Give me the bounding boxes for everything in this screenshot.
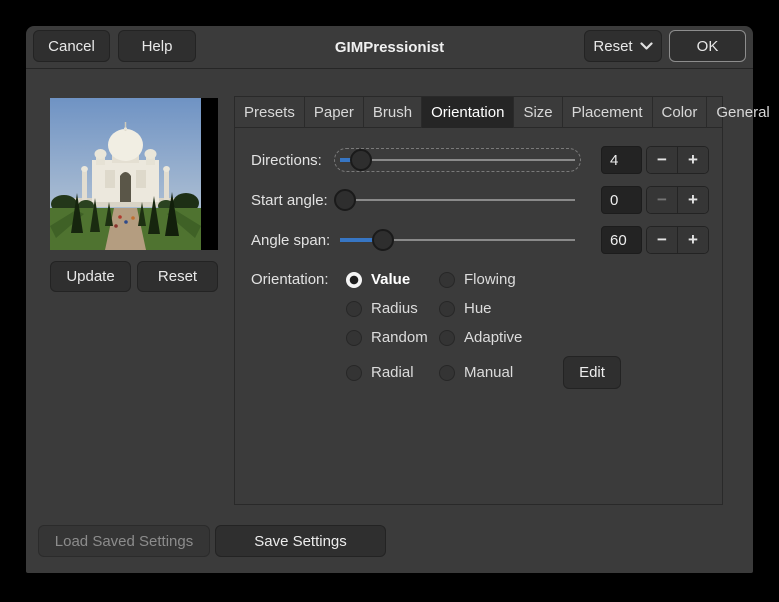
radio-label: Radial xyxy=(371,364,414,381)
radio-label: Value xyxy=(371,271,411,288)
radio-value[interactable]: Value xyxy=(346,271,439,288)
start-angle-label: Start angle: xyxy=(251,191,328,209)
cancel-button[interactable]: Cancel xyxy=(33,30,110,62)
tab-size[interactable]: Size xyxy=(514,97,563,128)
reset-dropdown-button[interactable]: Reset xyxy=(584,30,662,62)
radio-label: Hue xyxy=(464,300,492,317)
radio-button-icon[interactable] xyxy=(439,364,455,381)
start-angle-spin-buttons: − + xyxy=(646,186,709,214)
minus-icon[interactable]: − xyxy=(647,227,678,253)
ok-button[interactable]: OK xyxy=(669,30,746,62)
radio-label: Flowing xyxy=(464,271,516,288)
tab-orientation[interactable]: Orientation xyxy=(422,97,515,128)
radio-button-icon[interactable] xyxy=(346,364,362,381)
angle-span-spin-buttons: − + xyxy=(646,226,709,254)
radio-button-icon[interactable] xyxy=(346,271,362,288)
tab-placement[interactable]: Placement xyxy=(563,97,653,128)
start-angle-value-entry[interactable]: 0 xyxy=(601,186,642,214)
radio-radial[interactable]: Radial xyxy=(346,364,439,381)
start-angle-slider[interactable] xyxy=(334,188,581,212)
edit-button[interactable]: Edit xyxy=(563,356,621,389)
radio-manual[interactable]: Manual xyxy=(439,364,557,381)
slider-thumb[interactable] xyxy=(334,189,356,211)
reset-dropdown-label: Reset xyxy=(593,37,633,55)
plus-icon[interactable]: + xyxy=(678,187,708,213)
slider-track[interactable] xyxy=(340,199,575,201)
gimpressionist-dialog: GIMPressionist Cancel Help Reset OK Upda… xyxy=(26,26,779,573)
radio-button-icon[interactable] xyxy=(439,329,455,346)
slider-track[interactable] xyxy=(340,159,575,161)
save-settings-button[interactable]: Save Settings xyxy=(215,525,386,557)
tab-brush[interactable]: Brush xyxy=(364,97,423,128)
directions-row: Directions: 4 − + xyxy=(235,145,722,175)
radio-flowing[interactable]: Flowing xyxy=(439,271,557,288)
help-button[interactable]: Help xyxy=(118,30,196,62)
plus-icon[interactable]: + xyxy=(678,147,708,173)
radio-button-icon[interactable] xyxy=(346,300,362,317)
radio-label: Manual xyxy=(464,364,514,381)
radio-radius[interactable]: Radius xyxy=(346,300,439,317)
minus-icon[interactable]: − xyxy=(647,147,678,173)
slider-thumb[interactable] xyxy=(372,229,395,251)
radio-adaptive[interactable]: Adaptive xyxy=(439,329,557,346)
radio-label: Random xyxy=(371,329,428,346)
radio-label: Radius xyxy=(371,300,418,317)
start-angle-row: Start angle: 0 − + xyxy=(235,185,722,215)
load-saved-settings-button[interactable]: Load Saved Settings xyxy=(38,525,210,557)
angle-span-slider[interactable] xyxy=(334,228,581,252)
directions-slider[interactable] xyxy=(334,148,581,172)
radio-label: Adaptive xyxy=(464,329,523,346)
header-bar: GIMPressionist Cancel Help Reset OK xyxy=(26,26,753,69)
update-button[interactable]: Update xyxy=(50,261,131,292)
minus-icon[interactable]: − xyxy=(647,187,678,213)
taj-mahal-preview-graphic xyxy=(50,98,201,250)
directions-value-entry[interactable]: 4 xyxy=(601,146,642,174)
tab-general[interactable]: General xyxy=(707,97,779,128)
slider-thumb[interactable] xyxy=(349,149,372,171)
chevron-down-icon xyxy=(639,41,653,51)
settings-notebook: Presets Paper Brush Orientation Size Pla… xyxy=(234,96,779,505)
orientation-group-label: Orientation: xyxy=(251,271,329,288)
tab-color[interactable]: Color xyxy=(653,97,708,128)
angle-span-row: Angle span: 60 − + xyxy=(235,225,722,255)
tab-bar: Presets Paper Brush Orientation Size Pla… xyxy=(235,97,779,128)
directions-spin-buttons: − + xyxy=(646,146,709,174)
angle-span-label: Angle span: xyxy=(251,231,331,249)
tab-paper[interactable]: Paper xyxy=(305,97,364,128)
radio-random[interactable]: Random xyxy=(346,329,439,346)
orientation-radio-group: Orientation: Value Flowing Radius Hue Ra… xyxy=(251,269,621,389)
radio-button-icon[interactable] xyxy=(346,329,362,346)
angle-span-value-entry[interactable]: 60 xyxy=(601,226,642,254)
radio-hue[interactable]: Hue xyxy=(439,300,557,317)
plus-icon[interactable]: + xyxy=(678,227,708,253)
preview-image xyxy=(50,98,218,250)
radio-button-icon[interactable] xyxy=(439,271,455,288)
tab-presets[interactable]: Presets xyxy=(235,97,305,128)
reset-preview-button[interactable]: Reset xyxy=(137,261,218,292)
directions-label: Directions: xyxy=(251,151,322,169)
radio-button-icon[interactable] xyxy=(439,300,455,317)
